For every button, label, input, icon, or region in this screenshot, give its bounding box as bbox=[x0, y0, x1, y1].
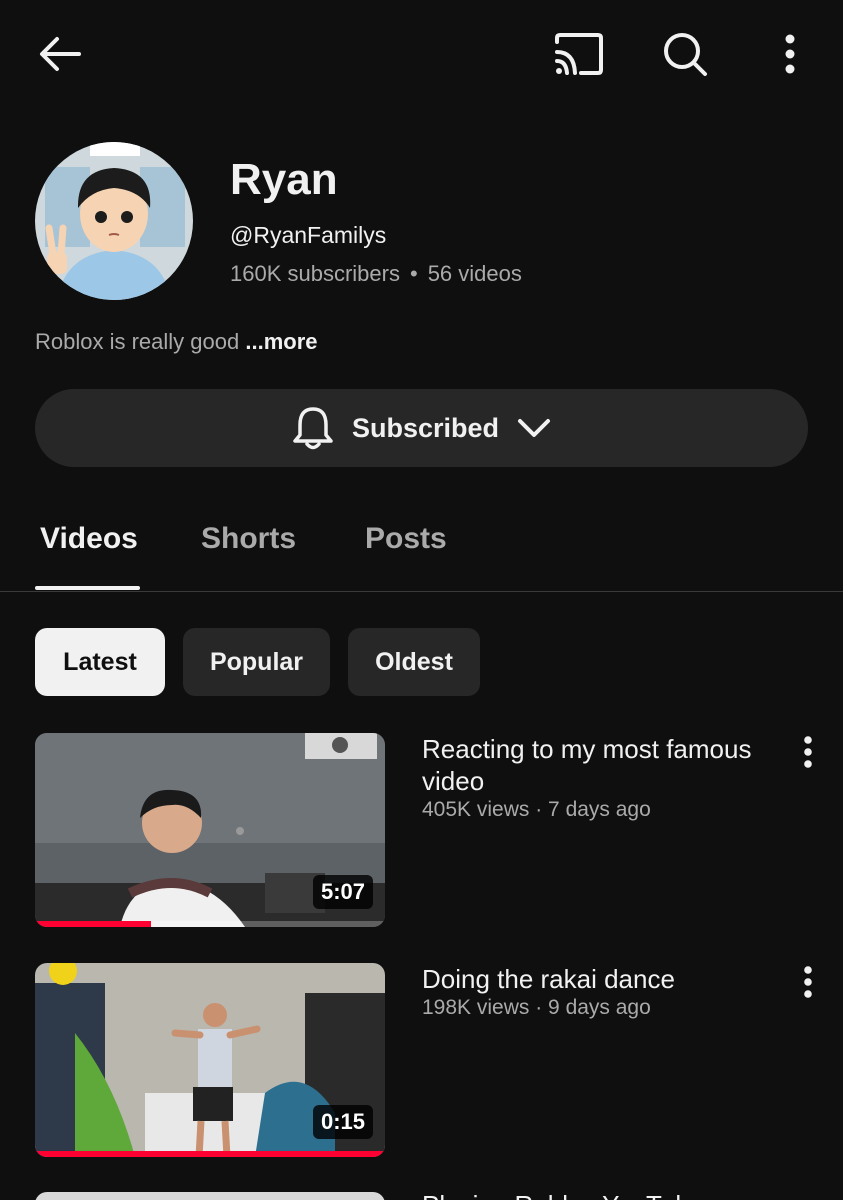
video-thumbnail[interactable]: 5:07 bbox=[35, 733, 385, 927]
subscriber-count: 160K subscribers bbox=[230, 261, 400, 286]
chip-popular[interactable]: Popular bbox=[183, 628, 330, 696]
watch-progress-fill bbox=[35, 921, 151, 927]
watch-progress-fill bbox=[35, 1151, 385, 1157]
cast-button[interactable] bbox=[545, 24, 613, 84]
tab-videos[interactable]: Videos bbox=[40, 522, 138, 556]
video-title[interactable]: Doing the rakai dance bbox=[422, 963, 782, 995]
video-meta: 198K views · 9 days ago bbox=[422, 996, 651, 1019]
description-text: Roblox is really good bbox=[35, 329, 240, 354]
channel-description[interactable]: Roblox is really good ...more bbox=[35, 329, 318, 355]
subscribed-label: Subscribed bbox=[351, 412, 500, 443]
video-title[interactable]: Playing Roblox YouTube bbox=[422, 1190, 704, 1200]
watch-progress-track bbox=[35, 921, 385, 927]
active-tab-indicator bbox=[35, 586, 140, 590]
stats-separator: • bbox=[409, 261, 418, 286]
channel-tabs: Videos Shorts Posts bbox=[0, 510, 843, 592]
video-more-button[interactable] bbox=[790, 960, 826, 1004]
more-options-button[interactable] bbox=[762, 24, 818, 84]
description-more-link[interactable]: ...more bbox=[245, 329, 317, 354]
subscribed-button[interactable]: Subscribed bbox=[35, 389, 808, 467]
search-icon bbox=[664, 33, 707, 76]
channel-name: Ryan bbox=[230, 155, 338, 204]
tab-shorts[interactable]: Shorts bbox=[201, 522, 296, 556]
video-meta: 405K views · 7 days ago bbox=[422, 798, 651, 821]
channel-stats: 160K subscribers • 56 videos bbox=[230, 261, 522, 287]
chip-oldest[interactable]: Oldest bbox=[348, 628, 480, 696]
video-thumbnail[interactable]: 0:15 bbox=[35, 963, 385, 1157]
back-button[interactable] bbox=[28, 24, 92, 84]
video-thumbnail[interactable] bbox=[35, 1192, 385, 1200]
search-button[interactable] bbox=[652, 24, 718, 84]
video-duration: 0:15 bbox=[312, 1105, 373, 1139]
video-more-button[interactable] bbox=[790, 730, 826, 774]
more-vertical-icon bbox=[804, 966, 812, 998]
bell-icon bbox=[293, 407, 333, 450]
cast-icon bbox=[555, 33, 603, 75]
more-vertical-icon bbox=[804, 736, 812, 768]
video-duration: 5:07 bbox=[312, 875, 373, 909]
chevron-down-icon bbox=[518, 419, 551, 437]
chip-latest[interactable]: Latest bbox=[35, 628, 165, 696]
channel-page: Ryan @RyanFamilys 160K subscribers • 56 vi… bbox=[0, 0, 843, 1200]
video-title[interactable]: Reacting to my most famous video bbox=[422, 733, 782, 797]
tab-posts[interactable]: Posts bbox=[365, 522, 447, 556]
channel-avatar[interactable] bbox=[35, 142, 193, 300]
watch-progress-track bbox=[35, 1151, 385, 1157]
video-count: 56 videos bbox=[427, 261, 522, 286]
channel-handle: @RyanFamilys bbox=[230, 222, 387, 248]
arrow-left-icon bbox=[40, 37, 81, 71]
more-vertical-icon bbox=[785, 34, 795, 74]
top-bar bbox=[0, 0, 843, 110]
